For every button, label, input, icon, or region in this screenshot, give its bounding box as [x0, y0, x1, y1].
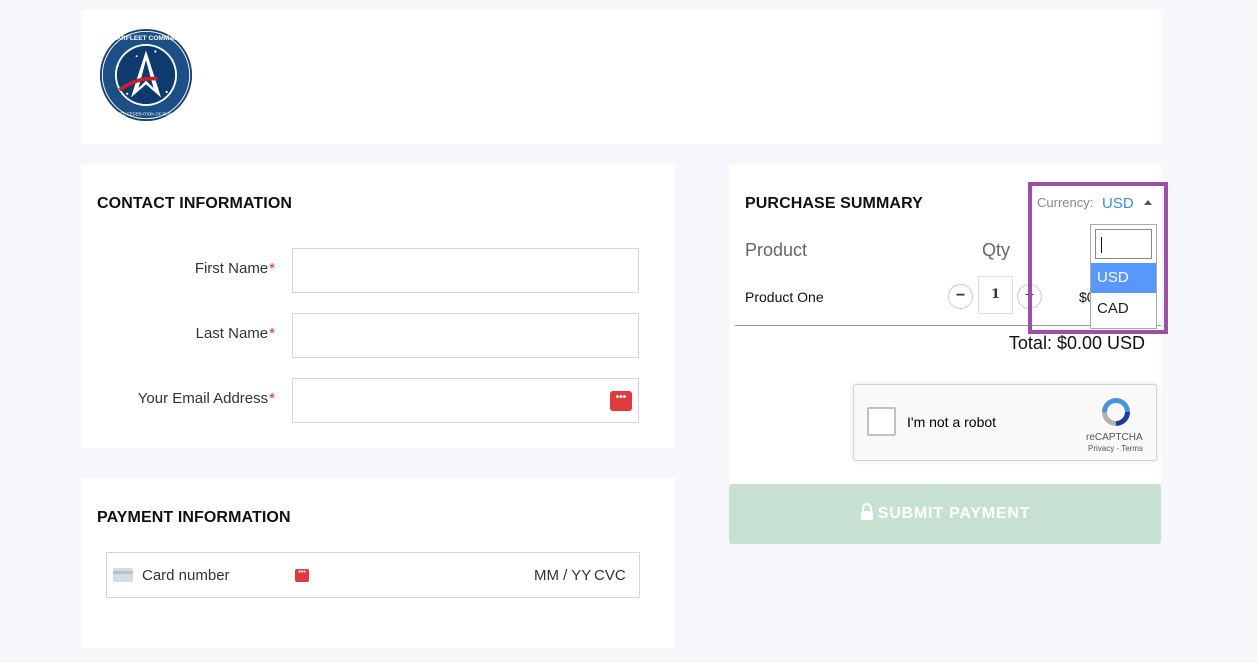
- contact-title: CONTACT INFORMATION: [97, 195, 293, 212]
- currency-option-usd[interactable]: USD: [1091, 263, 1156, 293]
- qty-input[interactable]: 1: [978, 276, 1013, 314]
- card-number-placeholder[interactable]: Card number: [142, 567, 230, 584]
- recaptcha-widget: I'm not a robot reCAPTCHA Privacy - Term…: [853, 384, 1157, 461]
- submit-payment-label: SUBMIT PAYMENT: [877, 505, 1031, 522]
- password-manager-icon[interactable]: [295, 569, 309, 582]
- currency-label: Currency:: [1037, 195, 1094, 210]
- payment-card: PAYMENT INFORMATION Card number MM / YY …: [81, 478, 675, 648]
- product-column-header: Product: [745, 240, 808, 260]
- credit-card-icon: [113, 568, 133, 582]
- first-name-label-text: First Name: [194, 260, 269, 277]
- last-name-label: Last Name*: [85, 325, 275, 342]
- submit-payment-button[interactable]: SUBMIT PAYMENT: [729, 484, 1161, 544]
- first-name-input[interactable]: [292, 248, 639, 293]
- currency-dropdown: USD CAD: [1090, 224, 1157, 329]
- first-name-label: First Name*: [85, 260, 275, 277]
- last-name-label-text: Last Name: [195, 325, 269, 342]
- recaptcha-label: I'm not a robot: [907, 414, 997, 430]
- currency-search-input[interactable]: [1095, 229, 1152, 259]
- lock-icon: [860, 502, 873, 520]
- recaptcha-logo-icon: [1102, 398, 1130, 426]
- recaptcha-brand: reCAPTCHA: [1086, 432, 1143, 443]
- recaptcha-privacy-terms-links[interactable]: Privacy - Terms: [1088, 444, 1143, 453]
- email-label: Your Email Address*: [85, 390, 275, 407]
- order-total: Total: $0.00 USD: [1008, 333, 1145, 353]
- password-manager-icon[interactable]: [610, 391, 632, 411]
- required-marker: *: [269, 390, 275, 407]
- currency-selector-highlight: Currency: USD USD CAD: [1028, 182, 1168, 334]
- qty-column-header: Qty: [982, 240, 1011, 260]
- payment-title: PAYMENT INFORMATION: [97, 509, 291, 526]
- currency-option-cad[interactable]: CAD: [1091, 294, 1156, 324]
- required-marker: *: [269, 325, 275, 342]
- recaptcha-checkbox[interactable]: [867, 407, 896, 436]
- summary-title: PURCHASE SUMMARY: [745, 195, 923, 212]
- product-name: Product One: [745, 289, 824, 305]
- required-marker: *: [269, 260, 275, 277]
- header-card: STARFLEET COMMAND UNITED FEDERATION OF P…: [81, 10, 1161, 144]
- card-input-row[interactable]: Card number MM / YY CVC: [106, 552, 640, 598]
- currency-select-toggle[interactable]: USD: [1102, 195, 1134, 212]
- email-input[interactable]: [292, 378, 639, 423]
- card-expiry-placeholder[interactable]: MM / YY: [534, 567, 591, 584]
- contact-card: CONTACT INFORMATION First Name* Last Nam…: [81, 164, 675, 448]
- caret-up-icon[interactable]: [1144, 200, 1152, 205]
- svg-text:STARFLEET COMMAND: STARFLEET COMMAND: [108, 35, 183, 42]
- card-cvc-placeholder[interactable]: CVC: [594, 567, 626, 584]
- svg-text:UNITED FEDERATION OF PLANETS: UNITED FEDERATION OF PLANETS: [110, 111, 181, 116]
- email-label-text: Your Email Address: [137, 390, 269, 407]
- text-cursor: [1101, 237, 1102, 253]
- starfleet-logo: STARFLEET COMMAND UNITED FEDERATION OF P…: [99, 28, 193, 122]
- last-name-input[interactable]: [292, 313, 639, 358]
- qty-decrement-button[interactable]: −: [948, 284, 973, 309]
